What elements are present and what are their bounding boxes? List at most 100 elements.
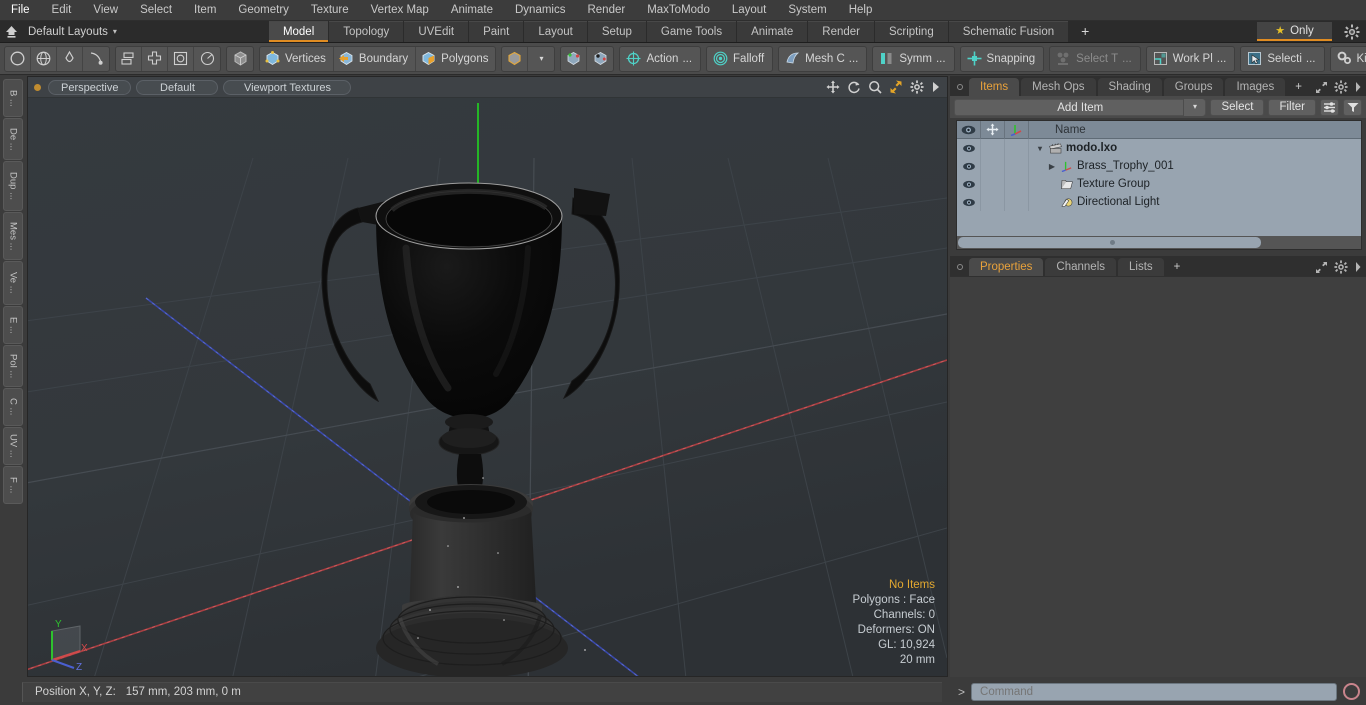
tab-animate[interactable]: Animate xyxy=(737,21,808,42)
row-eye-icon[interactable] xyxy=(957,157,981,175)
gear-icon[interactable] xyxy=(1344,24,1360,40)
add-item-dropdown[interactable]: ▾ xyxy=(1183,98,1206,116)
snap-cube-a-icon[interactable] xyxy=(561,46,588,71)
row-move-cell[interactable] xyxy=(981,157,1005,175)
vertices-button[interactable]: Vertices xyxy=(260,46,334,71)
menu-item-animate[interactable]: Animate xyxy=(440,0,504,20)
center-icon[interactable] xyxy=(142,46,168,71)
menu-item-help[interactable]: Help xyxy=(838,0,884,20)
snapping-button[interactable]: Snapping xyxy=(959,45,1045,72)
left-tab-vertex[interactable]: Ve ... xyxy=(3,261,23,305)
selection-set-button[interactable]: Selecti ... xyxy=(1240,45,1325,72)
tab-paint[interactable]: Paint xyxy=(469,21,524,42)
row-eye-icon[interactable] xyxy=(957,139,981,157)
chevron-right-icon[interactable] xyxy=(1354,81,1362,93)
row-axis-cell[interactable] xyxy=(1005,157,1029,175)
left-tab-fusion[interactable]: F ... xyxy=(3,466,23,504)
left-tab-duplicate[interactable]: Dup ... xyxy=(3,161,23,211)
select-button[interactable]: Select xyxy=(1210,98,1265,116)
row-label-cell[interactable]: ▶ Brass_Trophy_001 xyxy=(1029,160,1361,172)
menu-item-texture[interactable]: Texture xyxy=(300,0,360,20)
left-tab-edge[interactable]: E ... xyxy=(3,306,23,344)
mesh-constraint-button[interactable]: Mesh C ... xyxy=(778,45,868,72)
tab-uvedit[interactable]: UVEdit xyxy=(404,21,469,42)
gear-icon[interactable] xyxy=(1334,260,1348,274)
tab-lists[interactable]: Lists xyxy=(1118,258,1164,276)
filter-button[interactable]: Filter xyxy=(1268,98,1316,116)
row-axis-cell[interactable] xyxy=(1005,139,1029,157)
left-tab-mesh-edit[interactable]: Mes ... xyxy=(3,212,23,260)
viewport-projection-selector[interactable]: Perspective xyxy=(48,79,132,95)
item-cube-icon[interactable] xyxy=(502,46,529,71)
left-tab-uv[interactable]: UV ... xyxy=(3,427,23,465)
tab-game-tools[interactable]: Game Tools xyxy=(646,21,737,42)
axis-gizmo[interactable]: Y X Z xyxy=(40,613,98,671)
row-label-cell[interactable]: ▾ modo.lxo xyxy=(1029,142,1361,154)
row-axis-cell[interactable] xyxy=(1005,193,1029,211)
row-move-cell[interactable] xyxy=(981,175,1005,193)
gear-icon[interactable] xyxy=(1334,80,1348,94)
table-row[interactable]: ▶ Brass_Trophy_001 xyxy=(957,157,1361,175)
item-list-hscrollbar[interactable] xyxy=(957,236,1361,249)
chevron-down-icon[interactable]: ▾ xyxy=(113,27,117,36)
rotate-icon[interactable] xyxy=(847,80,861,94)
add-tab-button[interactable]: + xyxy=(1069,21,1102,42)
add-item-button[interactable]: Add Item ▾ xyxy=(954,98,1207,116)
viewport-3d-canvas[interactable]: Y X Z No Items Polygons : Face Channels:… xyxy=(28,98,947,676)
row-move-cell[interactable] xyxy=(981,139,1005,157)
menu-item-system[interactable]: System xyxy=(777,0,837,20)
maximize-icon[interactable] xyxy=(889,80,903,94)
add-properties-tab-button[interactable]: + xyxy=(1166,258,1189,276)
menu-item-select[interactable]: Select xyxy=(129,0,183,20)
viewport-style-selector[interactable]: Default xyxy=(136,79,219,95)
tab-schematic-fusion[interactable]: Schematic Fusion xyxy=(948,21,1069,42)
item-tree-list[interactable]: Name ▾ modo.lxo ▶ Brass_Trophy_001 Textu… xyxy=(956,120,1362,250)
viewport-shading-selector[interactable]: Viewport Textures xyxy=(223,79,352,95)
polygons-button[interactable]: Polygons xyxy=(416,47,495,71)
item-mode-dropdown[interactable]: ▾ xyxy=(528,47,554,71)
action-center-button[interactable]: Action ... xyxy=(619,45,702,72)
falloff-button[interactable]: Falloff xyxy=(706,45,774,72)
radial-icon[interactable] xyxy=(194,47,220,71)
work-plane-button[interactable]: Work Pl ... xyxy=(1145,45,1236,72)
menu-item-render[interactable]: Render xyxy=(576,0,636,20)
tab-channels[interactable]: Channels xyxy=(1045,258,1117,276)
kits-button[interactable]: Kits xyxy=(1329,45,1366,72)
left-tab-basic[interactable]: B ... xyxy=(3,79,23,117)
tab-groups[interactable]: Groups xyxy=(1163,78,1224,96)
menu-item-maxtomodo[interactable]: MaxToModo xyxy=(636,0,721,20)
scrollbar-thumb[interactable] xyxy=(958,237,1261,248)
zoom-icon[interactable] xyxy=(868,80,882,94)
layout-name-label[interactable]: Default Layouts xyxy=(28,26,108,38)
move-icon[interactable] xyxy=(826,80,840,94)
tab-mesh-ops[interactable]: Mesh Ops xyxy=(1021,78,1096,96)
command-input[interactable] xyxy=(971,682,1337,701)
only-toggle-button[interactable]: ★ Only xyxy=(1257,22,1332,41)
row-eye-icon[interactable] xyxy=(957,193,981,211)
globe-icon[interactable] xyxy=(31,46,57,71)
home-up-icon[interactable] xyxy=(0,22,22,42)
menu-item-geometry[interactable]: Geometry xyxy=(227,0,300,20)
twirl-right-icon[interactable]: ▶ xyxy=(1047,162,1057,171)
select-through-button[interactable]: Select T ... xyxy=(1049,45,1141,72)
table-row[interactable]: Texture Group xyxy=(957,175,1361,193)
cube-icon[interactable] xyxy=(227,47,253,71)
tab-render[interactable]: Render xyxy=(808,21,874,42)
curve-icon[interactable] xyxy=(83,47,109,71)
tab-properties[interactable]: Properties xyxy=(969,258,1044,276)
menu-item-view[interactable]: View xyxy=(82,0,129,20)
tab-setup[interactable]: Setup xyxy=(587,21,646,42)
symmetry-button[interactable]: Symm ... xyxy=(872,45,955,72)
gear-icon[interactable] xyxy=(910,80,924,94)
row-label-cell[interactable]: Directional Light xyxy=(1029,196,1361,208)
tab-topology[interactable]: Topology xyxy=(329,21,404,42)
menu-item-file[interactable]: File xyxy=(0,0,41,20)
framed-icon[interactable] xyxy=(168,46,194,71)
table-row[interactable]: Directional Light xyxy=(957,193,1361,211)
left-tab-deform[interactable]: De ... xyxy=(3,118,23,160)
boundary-button[interactable]: Boundary xyxy=(334,46,417,71)
funnel-icon[interactable] xyxy=(1343,98,1362,116)
expand-icon[interactable] xyxy=(1315,261,1328,274)
expand-icon[interactable] xyxy=(1315,81,1328,94)
menu-item-vertex-map[interactable]: Vertex Map xyxy=(360,0,440,20)
